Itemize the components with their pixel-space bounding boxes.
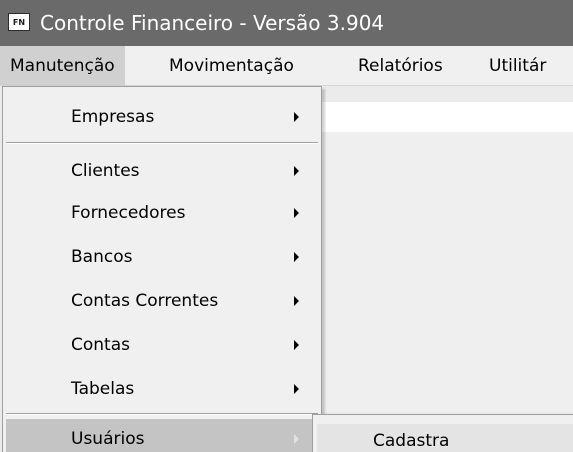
submenu-arrow-icon (294, 252, 299, 262)
menu-manutencao[interactable]: Manutenção (0, 46, 125, 86)
menu-separator (6, 413, 318, 415)
menu-item-label: Fornecedores (71, 203, 186, 223)
submenu-arrow-icon (294, 340, 299, 350)
menu-item-label: Clientes (71, 161, 140, 181)
submenu-arrow-icon (294, 112, 299, 122)
menu-item-label: Contas Correntes (71, 291, 219, 311)
submenu-arrow-icon (294, 166, 299, 176)
submenu-item-cadastra[interactable]: Cadastra (317, 424, 573, 452)
menu-label: Utilitár (489, 56, 547, 76)
window-title: Controle Financeiro - Versão 3.904 (40, 11, 385, 35)
menu-movimentacao[interactable]: Movimentação (159, 46, 304, 86)
menu-item-label: Tabelas (71, 379, 135, 399)
menu-item-label: Bancos (71, 247, 133, 267)
menu-utilitarios[interactable]: Utilitár (479, 46, 556, 86)
menu-item-clientes[interactable]: Clientes (6, 151, 317, 191)
title-bar[interactable]: FN Controle Financeiro - Versão 3.904 (0, 0, 573, 46)
menu-label: Relatórios (358, 56, 443, 76)
usuarios-submenu: Cadastra (312, 414, 573, 452)
menu-label: Movimentação (169, 56, 294, 76)
app-icon[interactable]: FN (8, 13, 30, 31)
menu-item-usuarios[interactable]: Usuários (6, 419, 317, 452)
submenu-arrow-icon (294, 208, 299, 218)
client-area (320, 132, 573, 412)
submenu-arrow-icon (294, 384, 299, 394)
menu-bar: Manutenção Movimentação Relatórios Utili… (0, 46, 573, 86)
menu-label: Manutenção (10, 56, 115, 76)
app-icon-text: FN (12, 17, 26, 27)
toolbar-area (320, 102, 573, 132)
submenu-arrow-icon (294, 296, 299, 306)
submenu-item-label: Cadastra (373, 431, 450, 451)
menu-item-tabelas[interactable]: Tabelas (6, 369, 317, 409)
menu-item-contas-correntes[interactable]: Contas Correntes (6, 281, 317, 321)
menu-item-bancos[interactable]: Bancos (6, 237, 317, 277)
menu-item-contas[interactable]: Contas (6, 325, 317, 365)
manutencao-dropdown: Empresas Clientes Fornecedores Bancos Co… (2, 86, 322, 452)
menu-item-label: Usuários (71, 429, 145, 449)
menu-item-fornecedores[interactable]: Fornecedores (6, 193, 317, 233)
menu-item-label: Empresas (71, 107, 155, 127)
menu-item-label: Contas (71, 335, 130, 355)
menu-separator (6, 142, 318, 144)
menu-relatorios[interactable]: Relatórios (348, 46, 453, 86)
submenu-arrow-icon (294, 434, 299, 444)
menu-item-empresas[interactable]: Empresas (6, 97, 317, 137)
